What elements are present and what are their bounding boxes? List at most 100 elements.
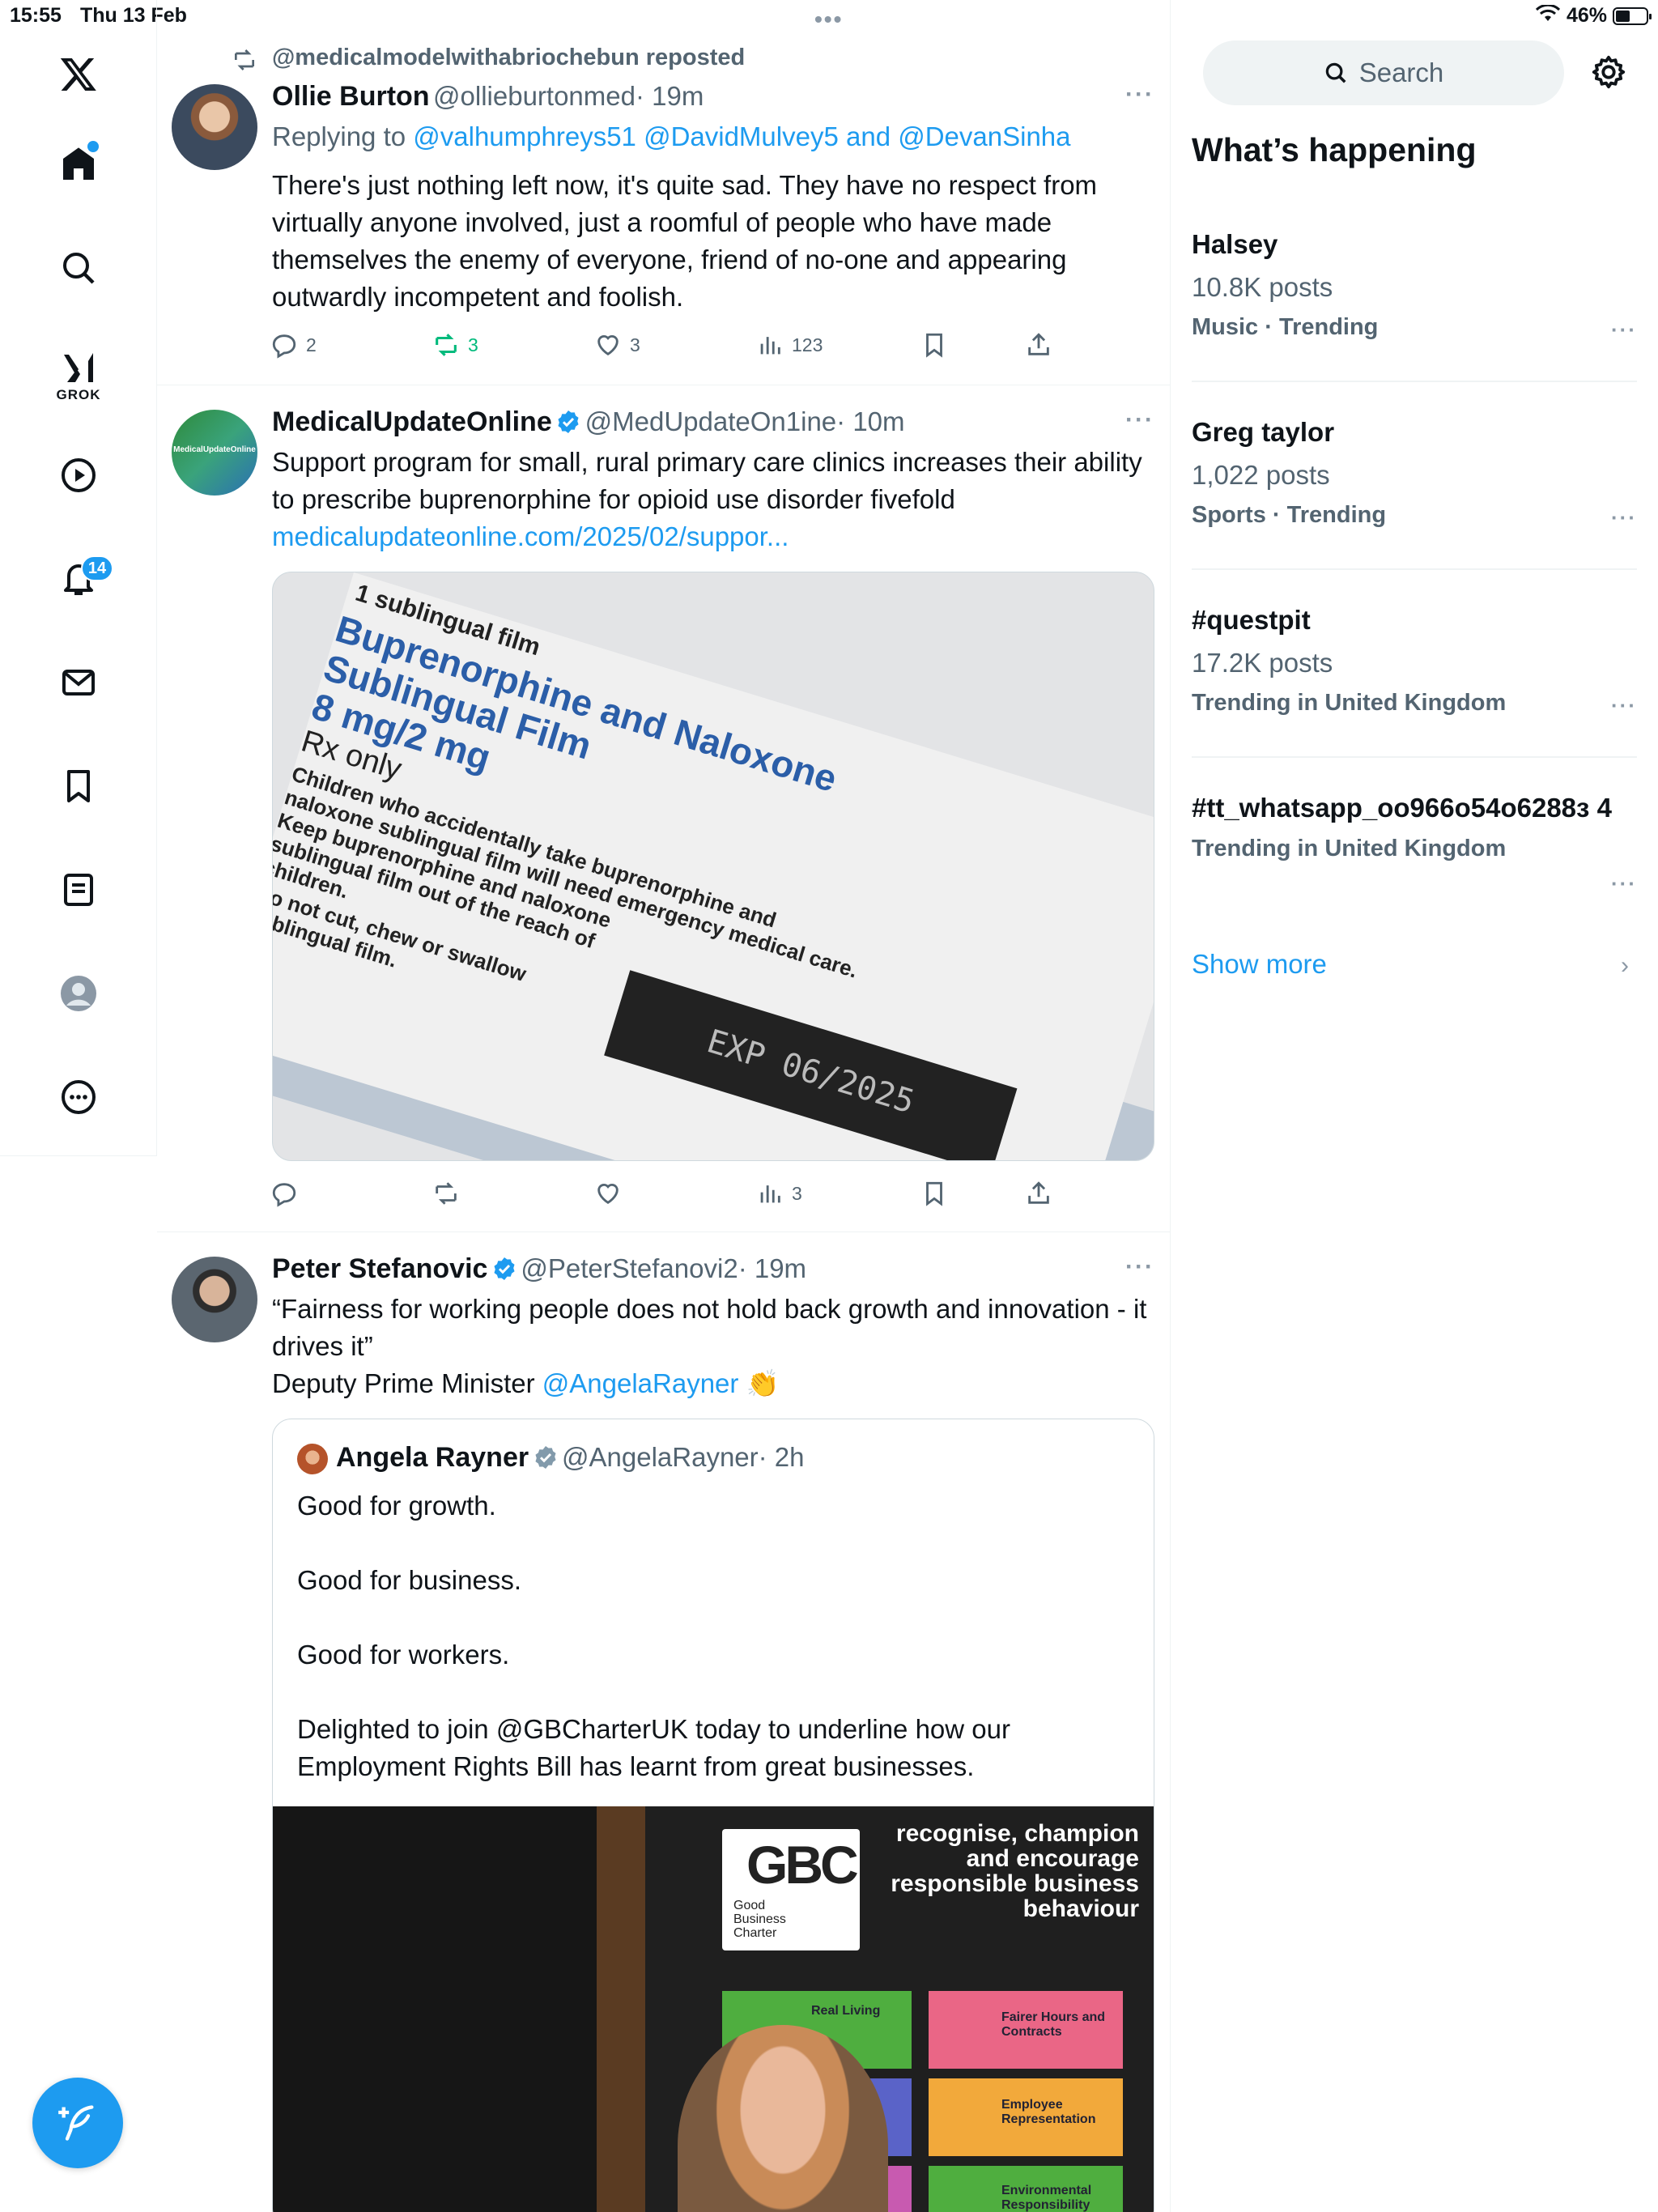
trend-item[interactable]: #tt_whatsapp_oo966o54o6288з 4 Trending i…	[1192, 792, 1637, 895]
trend-category: Sports · Trending	[1192, 502, 1387, 528]
repost-button[interactable]	[432, 1175, 460, 1212]
post-more-icon[interactable]: ···	[1125, 81, 1154, 108]
post-header: Ollie Burton @ollieburtonmed· 19m	[272, 81, 704, 113]
post-header: Peter Stefanovic @PeterStefanovi2· 19m	[272, 1253, 806, 1285]
quote-author-name[interactable]: Angela Rayner	[336, 1442, 529, 1473]
post-image[interactable]: 1 sublingual film Buprenorphine and Nalo…	[272, 572, 1154, 1161]
post-text: There's just nothing left now, it's quit…	[272, 170, 1098, 312]
reply-icon	[272, 1183, 296, 1207]
replying-mentions[interactable]: @valhumphreys51 @DavidMulvey5 and @Devan…	[413, 121, 1070, 151]
verified-badge-icon	[558, 410, 579, 433]
mention-link[interactable]: @AngelaRayner	[542, 1368, 739, 1398]
reply-button[interactable]	[270, 1175, 298, 1212]
quote-avatar[interactable]	[297, 1444, 328, 1474]
view-count: 123	[792, 334, 823, 355]
gbc-logo-sub: Good Business Charter	[733, 1899, 786, 1940]
quote-video[interactable]: GBC Good Business Charter recognise, cha…	[273, 1806, 1154, 2212]
more-icon[interactable]	[47, 1066, 110, 1129]
replying-to: Replying to @valhumphreys51 @DavidMulvey…	[272, 121, 1071, 152]
trend-category: Trending in United Kingdom	[1192, 836, 1507, 861]
quote-header: Angela Rayner @AngelaRayner· 2h	[336, 1442, 805, 1474]
right-sidebar: Search What’s happening Halsey 10.8K pos…	[1171, 0, 1658, 2212]
trend-title: #tt_whatsapp_oo966o54o6288з 4	[1192, 793, 1612, 823]
repost-button[interactable]: 3	[432, 326, 478, 364]
post-peter-stefanovic[interactable]: Peter Stefanovic @PeterStefanovi2· 19m ·…	[157, 1232, 1171, 2212]
video-tile-text: Fairer Hours and Contracts	[1001, 2010, 1106, 2039]
quote-author-handle[interactable]: @AngelaRayner	[562, 1442, 759, 1472]
author-handle[interactable]: @PeterStefanovi2	[521, 1253, 738, 1283]
grok-label: GROK	[56, 387, 101, 402]
bookmark-icon	[926, 1181, 942, 1206]
post-medicalupdateonline[interactable]: MedicalUpdateOnline MedicalUpdateOnline …	[157, 385, 1171, 1231]
author-name[interactable]: Ollie Burton	[272, 81, 430, 112]
clapping-hands-emoji: 👏	[746, 1368, 780, 1398]
views-button[interactable]: 123	[756, 326, 823, 364]
profile-icon[interactable]	[47, 962, 110, 1025]
trend-more-icon[interactable]: ···	[1611, 693, 1637, 718]
like-count: 3	[630, 334, 640, 355]
post-time: · 19m	[738, 1253, 807, 1283]
like-button[interactable]	[594, 1175, 622, 1212]
share-icon	[1028, 1181, 1049, 1204]
video-icon[interactable]	[47, 444, 110, 507]
trend-divider	[1192, 381, 1637, 382]
repost-icon	[436, 1182, 457, 1205]
settings-gear-icon[interactable]	[1590, 53, 1627, 91]
author-handle[interactable]: @ollieburtonmed	[433, 81, 636, 111]
author-name[interactable]: Peter Stefanovic	[272, 1253, 487, 1284]
avatar-text: MedicalUpdateOnline	[173, 445, 256, 454]
post-ollie-burton[interactable]: @medicalmodelwithabriochebun reposted Ol…	[157, 0, 1171, 384]
author-name[interactable]: MedicalUpdateOnline	[272, 406, 552, 437]
quote-line: Good for business.	[297, 1565, 521, 1595]
trend-item[interactable]: Halsey 10.8K posts Music · Trending ···	[1192, 228, 1637, 342]
left-navigation: GROK 14	[0, 0, 157, 1156]
trend-divider	[1192, 568, 1637, 570]
avatar[interactable]: MedicalUpdateOnline	[172, 410, 257, 496]
post-more-icon[interactable]: ···	[1125, 406, 1154, 434]
trend-count: 10.8K posts	[1192, 272, 1333, 302]
video-tile-text: Employee Representation	[1001, 2098, 1096, 2126]
post-more-icon[interactable]: ···	[1125, 1253, 1154, 1281]
post-text-prefix: Deputy Prime Minister	[272, 1368, 542, 1398]
bookmarks-icon[interactable]	[47, 755, 110, 818]
views-button[interactable]: 3	[756, 1175, 802, 1212]
compose-button[interactable]	[32, 2078, 123, 2168]
trend-more-icon[interactable]: ···	[1611, 317, 1637, 342]
share-button[interactable]	[1025, 326, 1052, 364]
repost-icon	[436, 334, 457, 356]
share-icon	[1028, 333, 1049, 355]
search-icon[interactable]	[47, 236, 110, 300]
avatar[interactable]	[172, 1257, 257, 1342]
trend-title: #questpit	[1192, 605, 1311, 635]
post-link[interactable]: medicalupdateonline.com/2025/02/suppor..…	[272, 518, 789, 555]
box-expiry: EXP 06/2025	[604, 970, 1018, 1160]
messages-icon[interactable]	[47, 651, 110, 714]
bookmark-button[interactable]	[920, 1175, 948, 1212]
avatar[interactable]	[172, 84, 257, 170]
repost-count: 3	[468, 334, 478, 355]
search-input[interactable]: Search	[1203, 40, 1564, 105]
show-more-link[interactable]: Show more	[1192, 949, 1327, 980]
heart-icon	[597, 1184, 619, 1205]
trend-item[interactable]: Greg taylor 1,022 posts Sports · Trendin…	[1192, 416, 1637, 530]
trend-item[interactable]: #questpit 17.2K posts Trending in United…	[1192, 604, 1637, 717]
video-tile-text: Environmental Responsibility	[1001, 2184, 1092, 2212]
trend-more-icon[interactable]: ···	[1611, 871, 1637, 896]
share-button[interactable]	[1025, 1175, 1052, 1212]
verified-badge-icon	[494, 1257, 515, 1280]
like-button[interactable]: 3	[594, 326, 640, 364]
notification-count-badge: 14	[81, 555, 113, 581]
bookmark-button[interactable]	[920, 326, 948, 364]
trend-count: 17.2K posts	[1192, 648, 1333, 678]
trend-more-icon[interactable]: ···	[1611, 505, 1637, 530]
post-time: · 10m	[836, 406, 905, 436]
lists-icon[interactable]	[47, 858, 110, 921]
video-tile-green-2: Environmental Responsibility	[929, 2166, 1123, 2212]
reply-button[interactable]: 2	[270, 326, 317, 364]
home-icon[interactable]	[47, 133, 110, 196]
chevron-right-icon: ›	[1621, 952, 1629, 979]
x-logo-icon[interactable]	[47, 42, 110, 105]
author-handle[interactable]: @MedUpdateOn1ine	[585, 406, 837, 436]
quoted-post[interactable]: Angela Rayner @AngelaRayner· 2h Good for…	[272, 1419, 1154, 2212]
post-time: · 19m	[635, 81, 704, 111]
